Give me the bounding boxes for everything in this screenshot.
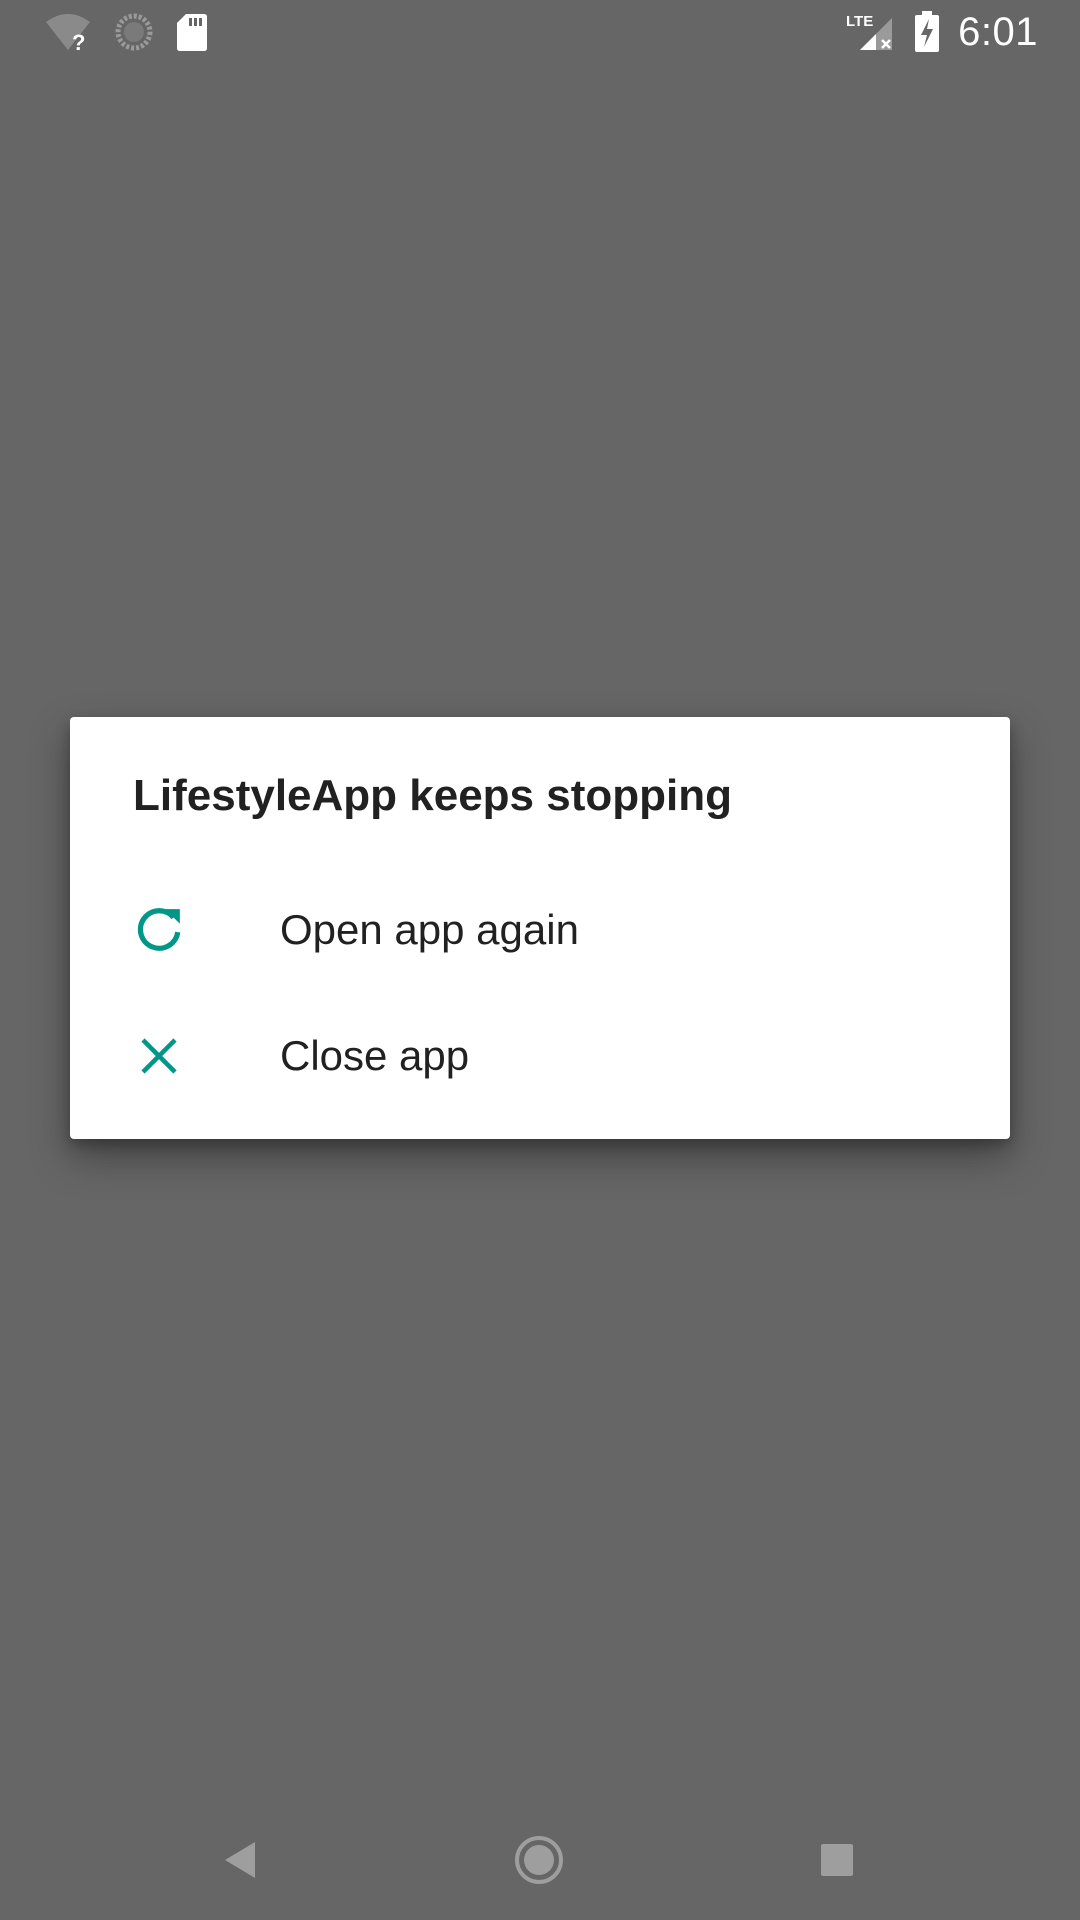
- status-bar: ? LTE 6:01: [0, 0, 1080, 64]
- back-icon: [221, 1838, 261, 1882]
- svg-text:?: ?: [72, 30, 85, 52]
- close-app-label: Close app: [280, 1032, 470, 1079]
- recents-icon: [819, 1842, 855, 1878]
- wifi-unknown-icon: ?: [44, 12, 92, 52]
- open-app-again-button[interactable]: Open app again: [70, 867, 1010, 993]
- status-time: 6:01: [958, 9, 1038, 54]
- recents-button[interactable]: [804, 1827, 870, 1893]
- dialog-title: LifestyleApp keeps stopping: [133, 771, 732, 820]
- battery-charging-icon: [914, 11, 940, 53]
- home-icon: [513, 1834, 565, 1886]
- sync-icon: [114, 12, 154, 52]
- open-app-again-label: Open app again: [280, 906, 579, 953]
- screen: ? LTE 6:01 LifestyleApp keeps stopping O…: [0, 0, 1080, 1920]
- close-app-button[interactable]: Close app: [70, 993, 1010, 1119]
- status-bar-left: ?: [44, 10, 208, 54]
- sd-card-icon: [176, 12, 208, 52]
- close-icon: [132, 1029, 186, 1083]
- app-crash-dialog: LifestyleApp keeps stopping Open app aga…: [70, 717, 1010, 1139]
- back-button[interactable]: [208, 1827, 274, 1893]
- refresh-icon: [132, 903, 186, 957]
- home-button[interactable]: [506, 1827, 572, 1893]
- network-type-label: LTE: [846, 13, 873, 30]
- status-bar-right: LTE 6:01: [846, 8, 1038, 56]
- navigation-bar: [0, 1800, 1080, 1920]
- lte-signal-no-service-icon: LTE: [846, 10, 896, 54]
